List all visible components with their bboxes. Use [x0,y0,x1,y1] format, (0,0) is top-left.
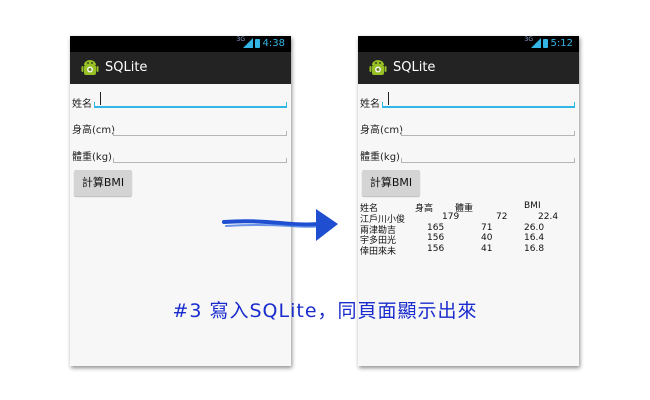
table-row: 江戶川小俊 179 72 22.4 [360,211,575,225]
name-input[interactable] [382,92,575,108]
cell-weight: 41 [481,244,493,255]
name-label: 姓名 [72,99,92,110]
cell-bmi: 22.4 [538,211,559,222]
cell-height: 156 [427,233,445,244]
height-label: 身高(cm) [72,125,116,136]
name-input[interactable] [94,92,287,108]
height-input[interactable] [401,121,575,136]
battery-icon [255,39,260,48]
cell-bmi: 16.8 [524,244,545,255]
cell-height: 165 [427,222,445,233]
signal-icon [531,38,541,48]
status-bar: 3G 5:12 [358,36,579,52]
app-title: SQLite [105,60,148,75]
weight-label: 體重(kg) [72,152,112,163]
header-bmi: BMI [524,201,541,211]
app-title: SQLite [393,60,436,75]
cell-height: 179 [442,211,460,222]
table-row: 兩津勘吉 165 71 26.0 [360,222,575,236]
arrow-right-icon [222,209,338,241]
cell-bmi: 26.0 [524,222,545,233]
calculate-bmi-button[interactable]: 計算BMI [74,170,132,196]
status-bar: 3G 4:38 [70,36,291,52]
signal-icon [243,38,253,48]
caption-text: #3 寫入SQLite，同頁面顯示出來 [172,300,478,322]
results-header-row: 姓名 身高 體重 BMI [360,201,575,214]
action-bar: SQLite [70,52,291,84]
cell-height: 156 [427,244,445,255]
cell-bmi: 16.4 [524,233,545,244]
results-table: 姓名 身高 體重 BMI 江戶川小俊 179 72 22.4 兩津勘吉 165 … [360,201,575,258]
calculate-bmi-button[interactable]: 計算BMI [362,170,420,196]
weight-input[interactable] [401,148,575,163]
cell-weight: 40 [481,233,493,244]
android-icon [369,60,387,75]
height-label: 身高(cm) [360,125,404,136]
status-time: 4:38 [262,38,285,49]
cell-name: 倖田來未 [360,247,397,258]
weight-input[interactable] [113,148,287,163]
weight-label: 體重(kg) [360,152,400,163]
cell-weight: 72 [496,211,508,222]
table-row: 宇多田光 156 40 16.4 [360,233,575,246]
action-bar: SQLite [358,52,579,84]
name-label: 姓名 [360,99,380,110]
battery-icon [543,39,548,48]
height-input[interactable] [113,121,287,136]
cell-weight: 71 [481,222,493,233]
android-icon [81,60,99,75]
status-time: 5:12 [550,38,573,49]
table-row: 倖田來未 156 41 16.8 [360,244,575,258]
